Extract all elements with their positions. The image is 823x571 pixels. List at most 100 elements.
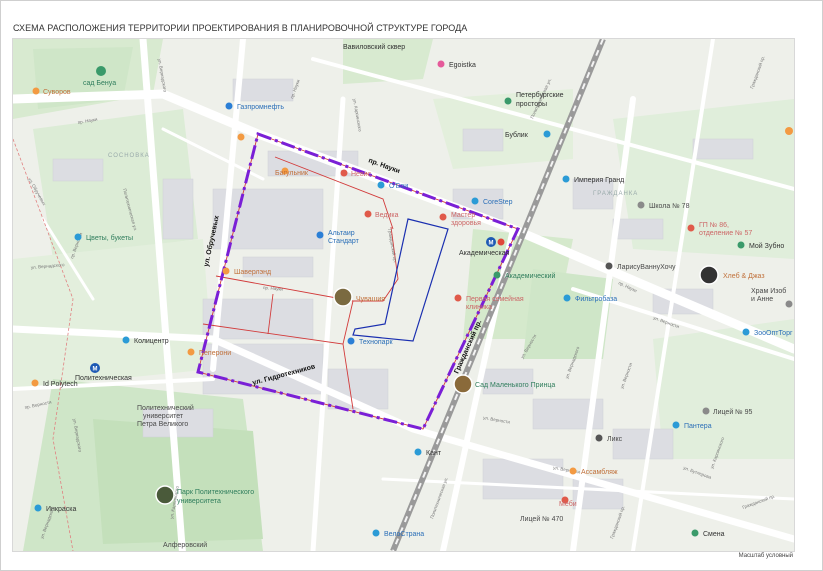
shop-icon xyxy=(563,294,571,302)
medical-icon xyxy=(364,210,372,218)
poi-kant[interactable]: Кант xyxy=(426,450,442,457)
poi-polytech-uni1[interactable]: Политехнический xyxy=(137,404,194,412)
medical-icon xyxy=(340,169,348,177)
poi-bagulnik[interactable]: Багульник xyxy=(275,170,309,177)
shop-icon xyxy=(691,529,699,537)
poi-assambleya[interactable]: Ассамбляж xyxy=(581,468,618,476)
district-sosnovka: СОСНОВКА xyxy=(108,153,150,159)
poi-polytech-uni2[interactable]: университет xyxy=(143,413,184,420)
sport-icon xyxy=(414,448,422,456)
poi-liks[interactable]: Ликс xyxy=(607,436,623,443)
photo-marker[interactable] xyxy=(699,265,719,285)
poi-egoistka[interactable]: Egoistka xyxy=(449,62,476,69)
shop-icon xyxy=(595,434,603,442)
poi-licey470[interactable]: Лицей № 470 xyxy=(520,515,563,523)
poi-larisu[interactable]: ЛарисуВаннуХочу xyxy=(617,264,676,271)
poi-altair1[interactable]: Альтаир xyxy=(328,230,355,237)
poi-bublik[interactable]: Бублик xyxy=(505,131,529,139)
poi-sad-benua[interactable]: сад Бенуа xyxy=(83,80,116,87)
food-icon xyxy=(569,467,577,475)
food-icon xyxy=(785,127,793,135)
map-frame[interactable]: СОСНОВКА ГРАЖДАНКА пр. Науки ул. Обручев… xyxy=(12,38,795,552)
bike-icon xyxy=(372,529,380,537)
poi-nevis[interactable]: Невис xyxy=(351,171,372,178)
poi-gp86b[interactable]: отделение № 57 xyxy=(699,230,752,237)
food-icon xyxy=(237,133,245,141)
svg-text:М: М xyxy=(489,241,494,247)
photo-marker[interactable] xyxy=(333,287,353,307)
shop-icon xyxy=(34,504,42,512)
scale-note: Масштаб условный xyxy=(738,553,793,559)
poi-gp86a[interactable]: ГП № 86, xyxy=(699,222,729,229)
photo-marker[interactable] xyxy=(155,485,175,505)
poi-mebel[interactable]: Меби xyxy=(559,500,577,508)
poi-peterburgskie[interactable]: Петербургские xyxy=(516,91,564,99)
shop-icon xyxy=(562,175,570,183)
poi-akademichesky[interactable]: Академический xyxy=(505,272,555,280)
poi-park1[interactable]: Парк Политехнического xyxy=(177,489,254,496)
dentist-icon xyxy=(737,241,745,249)
flower-icon xyxy=(74,233,82,241)
tree-icon xyxy=(96,66,106,76)
poi-pervaya2[interactable]: клиника xyxy=(466,304,492,311)
school-icon xyxy=(702,407,710,415)
poi-moy-zub[interactable]: Мой Зубно xyxy=(749,242,784,250)
shop-icon xyxy=(493,271,501,279)
map-canvas[interactable]: СОСНОВКА ГРАЖДАНКА пр. Науки ул. Обручев… xyxy=(13,39,794,551)
vavilovsky-label: Вавиловский сквер xyxy=(343,43,405,51)
poi-prostory[interactable]: просторы xyxy=(516,101,547,108)
photo-marker[interactable] xyxy=(453,374,473,394)
shop-icon xyxy=(377,181,385,189)
food-icon xyxy=(222,267,230,275)
metro-akademicheskaya-label[interactable]: Академическая xyxy=(459,250,510,257)
poi-master1[interactable]: Мастер xyxy=(451,212,475,219)
poi-alferovsky[interactable]: Алферовский xyxy=(163,541,207,549)
shop-icon xyxy=(504,97,512,105)
building-icon xyxy=(316,231,324,239)
poi-chuvashiya[interactable]: Чувашия xyxy=(356,296,385,303)
poi-suvorov[interactable]: Суворов xyxy=(43,89,71,96)
medical-icon xyxy=(439,213,447,221)
poi-master2[interactable]: здоровья xyxy=(451,220,481,227)
church-icon xyxy=(785,300,793,308)
poi-zoo[interactable]: ЗооОптТорг xyxy=(754,330,793,337)
food-icon xyxy=(187,348,195,356)
poi-oboi[interactable]: О'Бои xyxy=(389,183,408,190)
poi-shkola78[interactable]: Школа № 78 xyxy=(649,203,690,210)
medical-icon xyxy=(454,294,462,302)
poi-gazpromneft[interactable]: Газпромнефть xyxy=(237,104,284,111)
poi-velostrana[interactable]: ВелоСтрана xyxy=(384,531,424,538)
poi-technopark[interactable]: Технопарк xyxy=(359,339,393,346)
poi-vedika[interactable]: Ведика xyxy=(375,212,399,219)
shop-icon xyxy=(122,336,130,344)
cafe-icon xyxy=(543,130,551,138)
poi-licey95[interactable]: Лицей № 95 xyxy=(713,408,753,416)
metro-politekhnicheskaya-label[interactable]: Политехническая xyxy=(75,375,132,382)
shop-icon xyxy=(605,262,613,270)
poi-shaverlend[interactable]: Шаверлэнд xyxy=(234,269,271,276)
poi-tsvety[interactable]: Цветы, букеты xyxy=(86,234,133,242)
poi-sad-princa[interactable]: Сад Маленького Принца xyxy=(475,382,555,389)
poi-kolitsentr[interactable]: Колицентр xyxy=(134,338,169,345)
metro-politekhnicheskaya-icon[interactable]: М xyxy=(90,363,100,373)
district-grazhdanka: ГРАЖДАНКА xyxy=(593,191,638,197)
poi-imperia[interactable]: Империя Гранд xyxy=(574,177,624,184)
poi-id-polytech[interactable]: Id Polytech xyxy=(43,381,78,388)
poi-polytech-uni3[interactable]: Петра Великого xyxy=(137,421,188,428)
poi-pantera[interactable]: Пантера xyxy=(684,423,712,430)
poi-park2[interactable]: университета xyxy=(177,498,221,505)
poi-hleb[interactable]: Хлеб & Джаз xyxy=(723,272,765,280)
school-icon xyxy=(637,201,645,209)
poi-corestep[interactable]: CoreStep xyxy=(483,199,513,206)
poi-hram1[interactable]: Храм Изоб xyxy=(751,287,786,295)
page-title: СХЕМА РАСПОЛОЖЕНИЯ ТЕРРИТОРИИ ПРОЕКТИРОВ… xyxy=(13,23,468,33)
poi-smena[interactable]: Смена xyxy=(703,531,725,538)
poi-hram2[interactable]: и Анне xyxy=(751,296,773,303)
food-icon xyxy=(32,87,40,95)
poi-peperoni[interactable]: Пеперони xyxy=(199,350,231,357)
poi-pervaya1[interactable]: Первая семейная xyxy=(466,295,524,303)
poi-inkraska[interactable]: Инкраска xyxy=(46,506,76,513)
poi-filtrobaza[interactable]: Фильтробаза xyxy=(575,295,617,303)
building-icon xyxy=(347,337,355,345)
poi-altair2[interactable]: Стандарт xyxy=(328,238,360,245)
